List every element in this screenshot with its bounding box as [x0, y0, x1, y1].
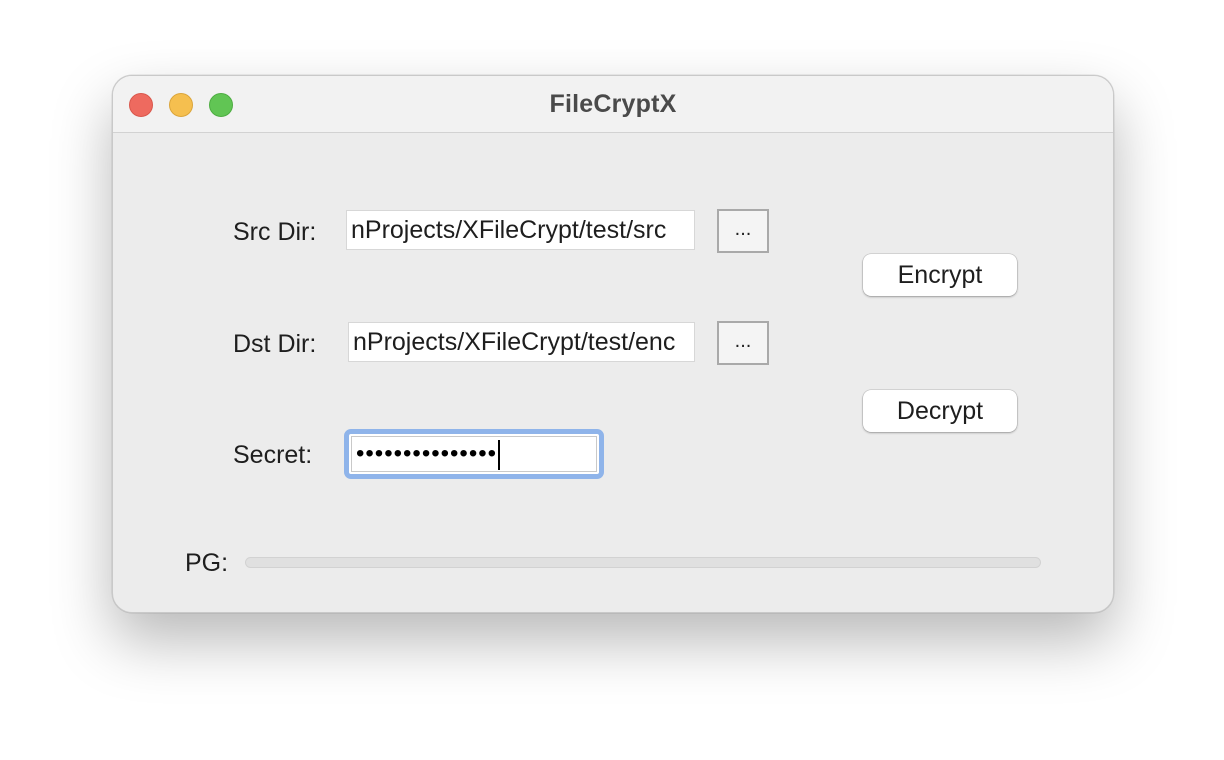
src-browse-button[interactable]: ... [717, 209, 769, 253]
src-dir-field[interactable]: nProjects/XFileCrypt/test/src [346, 210, 695, 250]
desktop-background: FileCryptX Src Dir: nProjects/XFileCrypt… [0, 0, 1224, 760]
secret-masked-value: ••••••••••••••• [356, 440, 498, 467]
dst-dir-field[interactable]: nProjects/XFileCrypt/test/enc [348, 322, 695, 362]
text-caret [498, 439, 501, 470]
app-window: FileCryptX Src Dir: nProjects/XFileCrypt… [112, 75, 1114, 613]
src-dir-label: Src Dir: [233, 218, 317, 246]
secret-label: Secret: [233, 441, 313, 469]
dst-dir-value: nProjects/XFileCrypt/test/enc [353, 328, 676, 356]
secret-field[interactable]: ••••••••••••••• [344, 429, 604, 479]
dst-dir-label: Dst Dir: [233, 330, 317, 358]
secret-input[interactable]: ••••••••••••••• [351, 436, 597, 472]
src-dir-value: nProjects/XFileCrypt/test/src [351, 216, 667, 244]
progress-bar [245, 557, 1041, 568]
dst-browse-button[interactable]: ... [717, 321, 769, 365]
decrypt-button[interactable]: Decrypt [863, 390, 1017, 432]
progress-label: PG: [185, 549, 229, 577]
encrypt-button[interactable]: Encrypt [863, 254, 1017, 296]
title-bar[interactable]: FileCryptX [113, 76, 1113, 133]
window-title: FileCryptX [549, 90, 677, 118]
